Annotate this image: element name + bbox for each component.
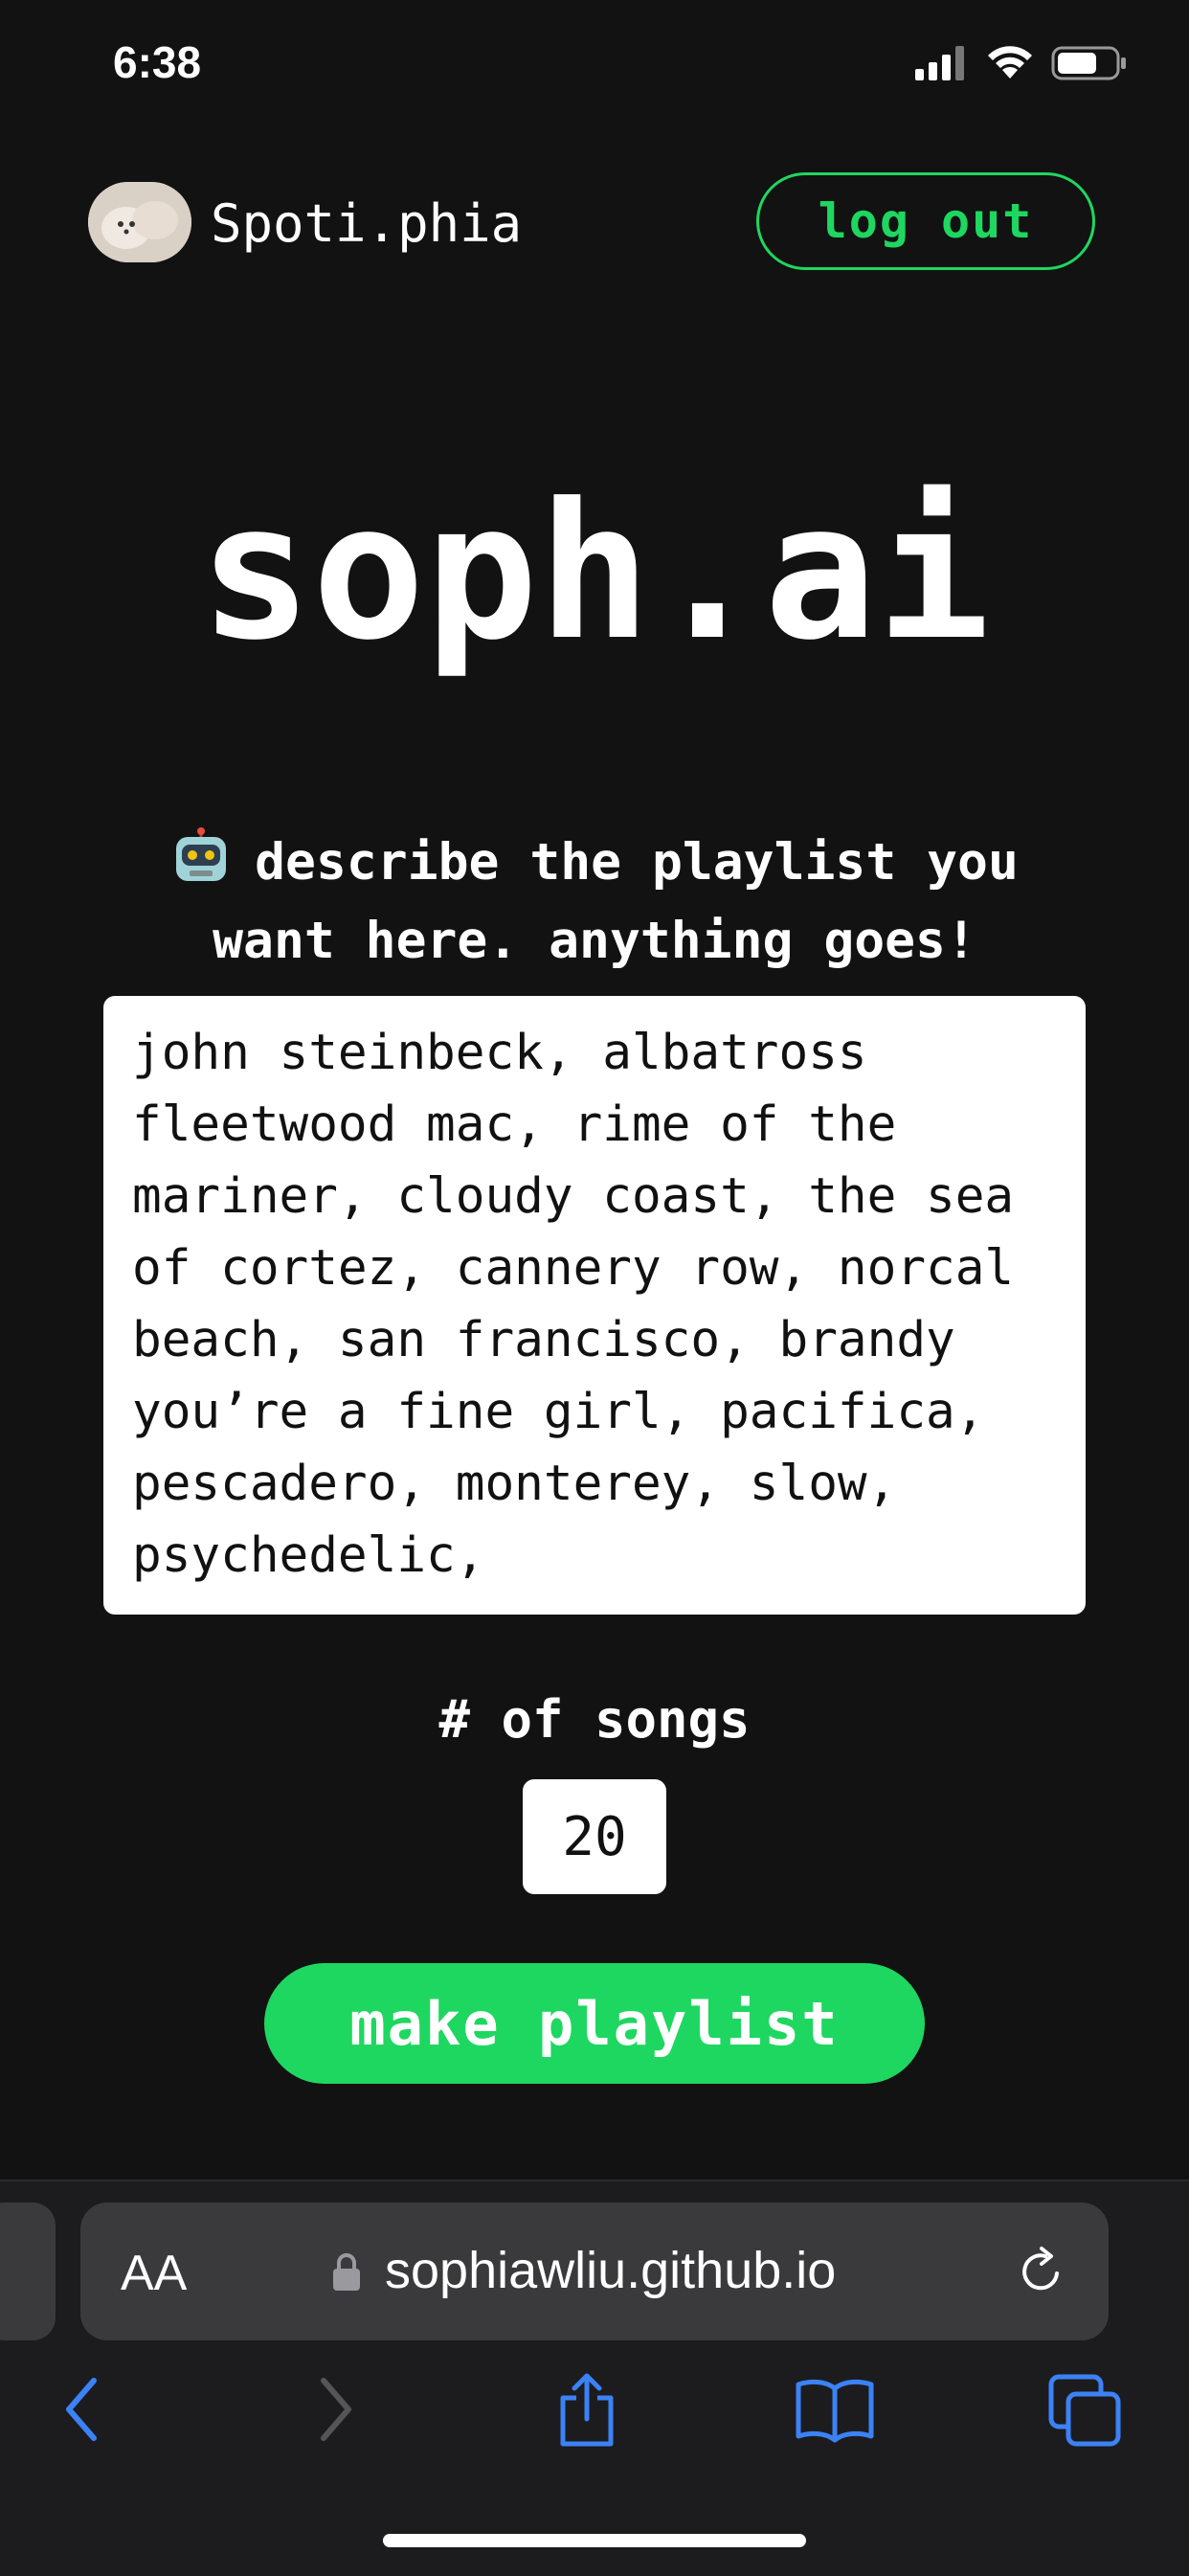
back-icon[interactable]: [57, 2371, 105, 2448]
lock-icon: [333, 2253, 360, 2291]
brand-name: Spoti.phia: [211, 193, 523, 254]
songs-count-input[interactable]: 20: [523, 1779, 666, 1894]
songs-count-label: # of songs: [438, 1689, 751, 1750]
wifi-icon: [988, 46, 1032, 79]
prompt-label: describe the playlist you want here. any…: [213, 833, 1019, 970]
share-icon[interactable]: [555, 2371, 618, 2448]
signal-icon: [915, 46, 964, 80]
logout-button[interactable]: log out: [756, 172, 1095, 270]
playlist-description-input[interactable]: john steinbeck, albatross fleetwood mac,…: [103, 996, 1086, 1615]
home-indicator: [383, 2534, 806, 2547]
status-time: 6:38: [113, 37, 202, 87]
page-title: soph.ai: [198, 463, 990, 682]
robot-icon: [176, 827, 227, 881]
make-playlist-button[interactable]: make playlist: [264, 1963, 925, 2084]
tabs-icon[interactable]: [1047, 2371, 1124, 2448]
battery-icon: [1051, 46, 1126, 80]
text-size-button[interactable]: AA: [121, 2245, 187, 2302]
reload-icon[interactable]: [1015, 2245, 1068, 2298]
prompt-text: describe the playlist you want here. any…: [96, 824, 1093, 981]
url-text[interactable]: sophiawliu.github.io: [385, 2241, 836, 2300]
previous-tab-preview[interactable]: [0, 2203, 56, 2340]
bookmarks-icon[interactable]: [795, 2371, 875, 2448]
avatar[interactable]: [88, 182, 191, 262]
forward-icon[interactable]: [312, 2371, 360, 2448]
